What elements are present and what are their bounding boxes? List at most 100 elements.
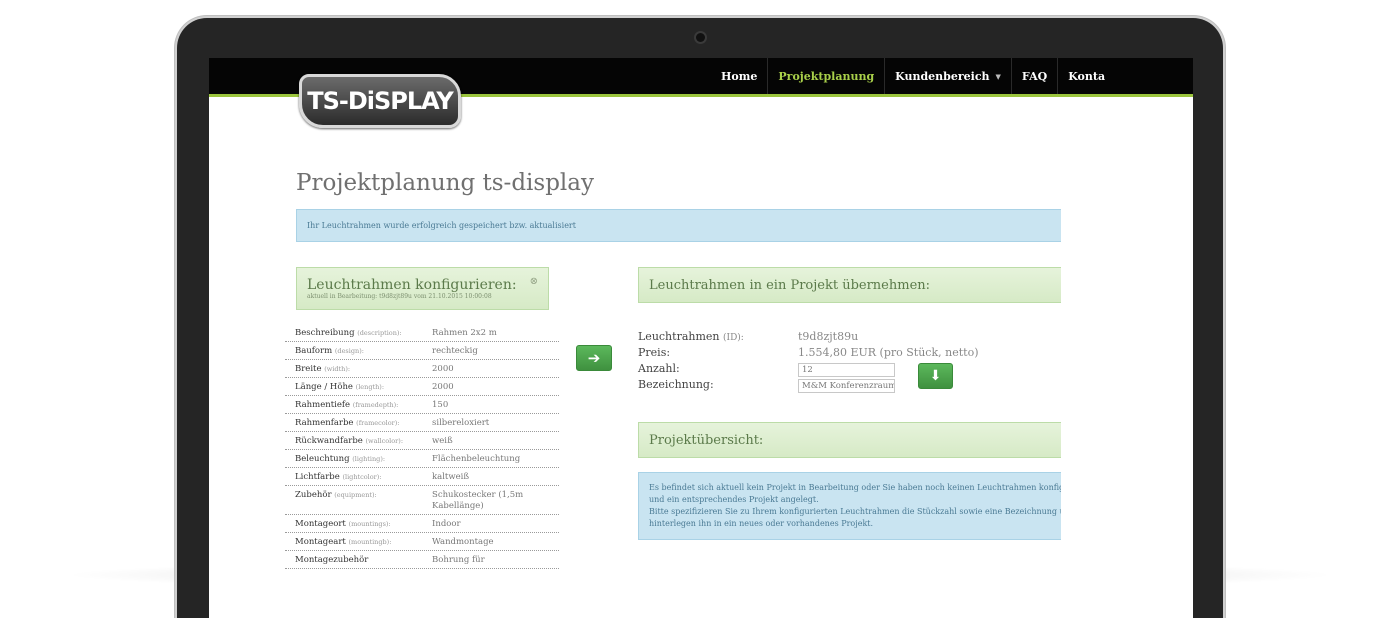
spec-hint: (lighting): xyxy=(352,455,386,463)
nav-label: Konta xyxy=(1068,69,1106,83)
configure-panel-title: Leuchtrahmen konfigurieren: xyxy=(307,277,517,293)
add-to-project-button[interactable]: ⬇ xyxy=(918,363,953,389)
spec-value: 150 xyxy=(432,400,449,410)
content-clip xyxy=(1061,158,1193,618)
caret-down-icon: ▼ xyxy=(995,71,1001,81)
brand-logo[interactable]: TS-DiSPLAY xyxy=(299,74,461,128)
nav-label: FAQ xyxy=(1021,69,1048,83)
spec-key: Länge / Höhe (length): xyxy=(295,382,432,392)
success-alert: Ihr Leuchtrahmen wurde erfolgreich gespe… xyxy=(296,209,1062,242)
arrow-down-icon: ⬇ xyxy=(929,368,942,384)
overview-info-line: hinterlegen ihn in ein neues oder vorhan… xyxy=(649,519,874,528)
spec-key: Beschreibung (description): xyxy=(295,328,432,338)
laptop-frame: Home Projektplanung Kundenbereich ▼ FAQ K… xyxy=(177,18,1223,618)
quantity-input[interactable]: 12 xyxy=(798,363,895,377)
spec-key: Zubehör (equipment): xyxy=(295,490,432,500)
spec-key-text: Montagezubehör xyxy=(295,555,369,565)
webcam-icon xyxy=(696,33,705,42)
spec-hint: (lightcolor): xyxy=(342,473,382,481)
transfer-panel-header: Leuchtrahmen in ein Projekt übernehmen: xyxy=(638,267,1078,303)
price-label: Preis: xyxy=(638,346,671,359)
nav-label: Home xyxy=(721,69,758,83)
nav-item-kontakt[interactable]: Konta xyxy=(1057,58,1115,94)
spec-hint: (length): xyxy=(355,383,385,391)
spec-value: Indoor xyxy=(432,519,461,529)
nav-menu: Home Projektplanung Kundenbereich ▼ FAQ K… xyxy=(711,58,1115,94)
spec-key: Montagezubehör xyxy=(295,555,432,565)
spec-row: Lichtfarbe (lightcolor): kaltweiß xyxy=(285,468,559,486)
spec-value: Flächenbeleuchtung xyxy=(432,454,521,464)
spec-key: Montageart (mountingb): xyxy=(295,537,432,547)
spec-row: Montageart (mountingb): Wandmontage xyxy=(285,533,559,551)
spec-key-text: Rahmenfarbe xyxy=(295,418,354,428)
spec-hint: (framecolor): xyxy=(356,419,400,427)
spec-key-text: Zubehör xyxy=(295,490,332,500)
spec-key: Montageort (mountings): xyxy=(295,519,432,529)
nav-item-faq[interactable]: FAQ xyxy=(1010,58,1057,94)
spec-key: Breite (width): xyxy=(295,364,432,374)
transfer-panel-title: Leuchtrahmen in ein Projekt übernehmen: xyxy=(649,278,931,293)
spec-value: 2000 xyxy=(432,382,454,392)
spec-row: Beleuchtung (lighting): Flächenbeleuchtun… xyxy=(285,450,559,468)
logo-text: TS-DiSPLAY xyxy=(307,87,454,115)
id-label-text: Leuchtrahmen xyxy=(638,330,720,343)
nav-item-projektplanung[interactable]: Projektplanung xyxy=(767,58,884,94)
spec-row: Zubehör (equipment): Schukostecker (1,5m … xyxy=(285,486,559,515)
spec-hint: (description): xyxy=(357,329,402,337)
spec-key-text: Montageart xyxy=(295,537,346,547)
spec-value: 2000 xyxy=(432,364,454,374)
id-label: Leuchtrahmen (ID): xyxy=(638,330,744,343)
id-value: t9d8zjt89u xyxy=(798,330,859,343)
spec-value: Schukostecker (1,5m Kabellänge) xyxy=(432,490,524,511)
spec-hint: (mountings): xyxy=(348,520,391,528)
name-label: Bezeichnung: xyxy=(638,378,714,391)
spec-value: kaltweiß xyxy=(432,472,470,482)
spec-row: Montageort (mountings): Indoor xyxy=(285,515,559,533)
spec-hint: (equipment): xyxy=(334,491,377,499)
spec-row: Montagezubehör Bohrung für xyxy=(285,551,559,569)
nav-label: Projektplanung xyxy=(778,69,875,83)
screen: Home Projektplanung Kundenbereich ▼ FAQ K… xyxy=(209,58,1193,618)
id-hint: (ID): xyxy=(723,333,744,343)
spec-hint: (design): xyxy=(334,347,364,355)
spec-row: Breite (width): 2000 xyxy=(285,360,559,378)
circle-close-icon[interactable]: ⊗ xyxy=(530,276,538,287)
overview-info-line: Es befindet sich aktuell kein Projekt in… xyxy=(649,483,1078,492)
spec-hint: (width): xyxy=(324,365,351,373)
arrow-right-icon: ➔ xyxy=(587,349,601,367)
spec-key: Rahmentiefe (framedepth): xyxy=(295,400,432,410)
configure-panel-header: Leuchtrahmen konfigurieren: aktuell in B… xyxy=(296,267,549,310)
spec-row: Beschreibung (description): Rahmen 2x2 m xyxy=(285,324,559,342)
spec-hint: (framedepth): xyxy=(352,401,399,409)
spec-row: Bauform (design): rechteckig xyxy=(285,342,559,360)
overview-info-line: Bitte spezifizieren Sie zu Ihrem konfigu… xyxy=(649,507,1076,516)
spec-key: Bauform (design): xyxy=(295,346,432,356)
spec-key-text: Rückwandfarbe xyxy=(295,436,363,446)
spec-key-text: Rahmentiefe xyxy=(295,400,351,410)
nav-item-home[interactable]: Home xyxy=(711,58,767,94)
spec-row: Rückwandfarbe (wallcolor): weiß xyxy=(285,432,559,450)
overview-info-line: und ein entsprechendes Projekt angelegt. xyxy=(649,495,819,504)
name-input[interactable]: M&M Konferenzraum xyxy=(798,379,895,393)
spec-hint: (wallcolor): xyxy=(365,437,404,445)
spec-value: silbereloxiert xyxy=(432,418,490,428)
spec-hint: (mountingb): xyxy=(348,538,392,546)
spec-row: Länge / Höhe (length): 2000 xyxy=(285,378,559,396)
nav-label: Kundenbereich xyxy=(895,69,990,83)
spec-table: Beschreibung (description): Rahmen 2x2 mB… xyxy=(285,324,559,569)
transfer-button[interactable]: ➔ xyxy=(576,345,612,371)
spec-key: Beleuchtung (lighting): xyxy=(295,454,432,464)
configure-panel-subtitle: aktuell in Bearbeitung: t9d8zjt89u vom 2… xyxy=(307,293,492,300)
spec-value: weiß xyxy=(432,436,453,446)
spec-key: Rückwandfarbe (wallcolor): xyxy=(295,436,432,446)
spec-key-text: Beschreibung xyxy=(295,328,355,338)
page-title: Projektplanung ts-display xyxy=(296,170,594,196)
quantity-label: Anzahl: xyxy=(638,362,680,375)
overview-info-alert: Es befindet sich aktuell kein Projekt in… xyxy=(638,472,1078,540)
spec-value: Wandmontage xyxy=(432,537,494,547)
spec-key-text: Bauform xyxy=(295,346,333,356)
overview-panel-header: Projektübersicht: xyxy=(638,422,1078,458)
nav-item-kundenbereich[interactable]: Kundenbereich ▼ xyxy=(884,58,1011,94)
spec-key-text: Beleuchtung xyxy=(295,454,350,464)
spec-key: Lichtfarbe (lightcolor): xyxy=(295,472,432,482)
